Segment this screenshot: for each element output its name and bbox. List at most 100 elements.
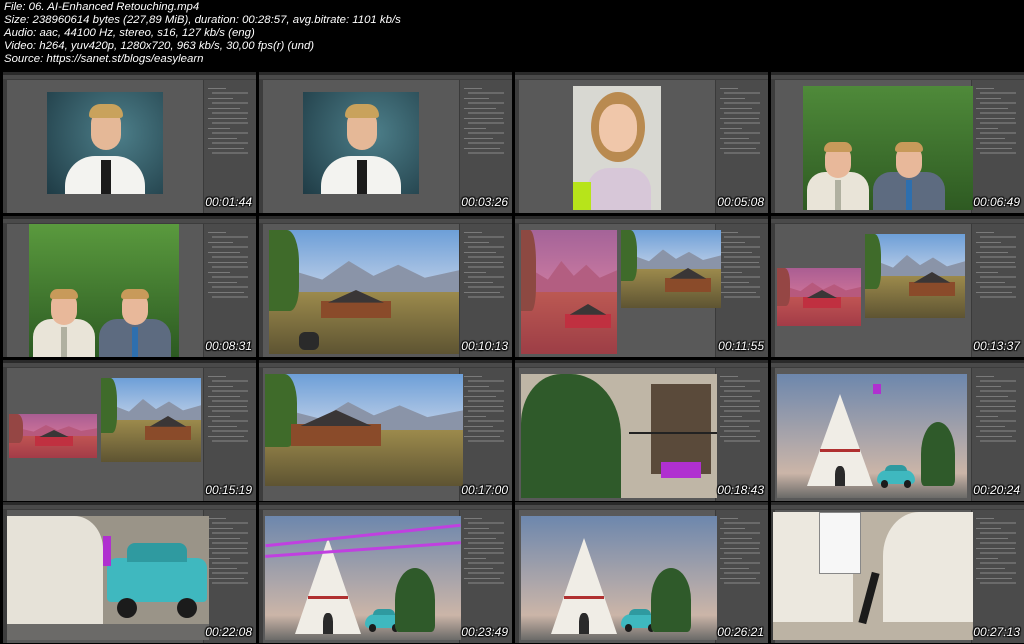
panel-row <box>208 386 233 387</box>
document-canvas <box>47 92 163 194</box>
panel-row <box>720 242 745 243</box>
panel-row <box>208 436 244 437</box>
panel-slider <box>724 410 760 412</box>
panel-row <box>464 518 482 519</box>
panel-slider <box>212 542 248 544</box>
document-canvas <box>773 512 973 640</box>
timestamp: 00:08:31 <box>205 339 252 353</box>
panel-row <box>464 138 493 139</box>
audio-info: Audio: aac, 44100 Hz, stereo, s16, 127 k… <box>4 26 255 39</box>
panel-slider <box>468 132 504 134</box>
panel-row <box>208 128 230 129</box>
mask-overlay <box>661 462 701 478</box>
properties-panel <box>203 80 256 213</box>
car-wheel <box>117 598 137 618</box>
document-canvas <box>803 86 973 210</box>
car-wheel <box>368 624 377 632</box>
panel-slider <box>724 440 760 442</box>
panel-slider <box>212 256 248 258</box>
panel-row <box>208 538 240 539</box>
panel-row <box>976 548 1015 549</box>
tools-panel <box>771 368 775 501</box>
properties-panel <box>203 224 256 357</box>
panel-row <box>464 548 503 549</box>
video-thumbnail: 00:27:13 <box>771 502 1024 643</box>
tie <box>357 160 367 194</box>
properties-panel <box>459 368 512 501</box>
panel-slider <box>980 440 1016 442</box>
tree <box>865 234 881 289</box>
panel-row <box>976 578 1012 579</box>
panel-slider <box>980 532 1016 534</box>
tie <box>101 160 111 194</box>
panel-slider <box>212 522 248 524</box>
panel-row <box>976 108 1008 109</box>
panel-slider <box>980 152 1016 154</box>
barn-wall <box>321 301 391 318</box>
tree <box>651 568 691 632</box>
panel-row <box>464 88 482 89</box>
panel-slider <box>980 286 1016 288</box>
panel-slider <box>212 400 248 402</box>
panel-slider <box>212 410 248 412</box>
teepee-door <box>578 612 590 634</box>
person-hair <box>50 289 78 299</box>
panel-slider <box>980 92 1016 94</box>
car-roof <box>628 609 652 616</box>
panel-slider <box>212 380 248 382</box>
teepee-door <box>322 612 334 634</box>
person-tie <box>132 327 138 357</box>
tools-panel <box>3 80 7 213</box>
panel-row <box>720 578 756 579</box>
panel-row <box>720 396 752 397</box>
panel-slider <box>468 286 504 288</box>
panel-slider <box>980 572 1016 574</box>
properties-panel <box>971 224 1024 357</box>
panel-slider <box>212 420 248 422</box>
panel-slider <box>980 256 1016 258</box>
panel-row <box>464 98 489 99</box>
panel-slider <box>724 572 760 574</box>
panel-row <box>720 538 752 539</box>
panel-slider <box>980 102 1016 104</box>
panel-row <box>208 262 247 263</box>
document-canvas <box>303 92 419 194</box>
timestamp: 00:22:08 <box>205 625 252 639</box>
panel-slider <box>468 582 504 584</box>
panel-row <box>464 426 493 427</box>
panel-slider <box>468 152 504 154</box>
panel-row <box>720 528 745 529</box>
panel-slider <box>980 522 1016 524</box>
video-thumbnail: 00:17:00 <box>259 360 512 501</box>
panel-slider <box>724 532 760 534</box>
railing <box>629 432 717 434</box>
tools-panel <box>3 224 7 357</box>
panel-row <box>464 242 489 243</box>
people <box>299 332 319 350</box>
panel-row <box>720 436 756 437</box>
car-roof <box>127 542 187 563</box>
panel-slider <box>980 390 1016 392</box>
timestamp: 00:20:24 <box>973 483 1020 497</box>
panel-row <box>208 396 240 397</box>
panel-row <box>464 232 482 233</box>
panel-slider <box>980 142 1016 144</box>
panel-slider <box>724 92 760 94</box>
tools-panel <box>515 80 519 213</box>
tools-panel <box>771 224 775 357</box>
panel-row <box>464 528 489 529</box>
panel-row <box>976 148 1012 149</box>
panel-row <box>208 426 237 427</box>
dancer <box>858 571 880 625</box>
mask-overlay <box>103 536 111 566</box>
panel-row <box>208 406 247 407</box>
panel-slider <box>212 152 248 154</box>
panel-row <box>208 118 247 119</box>
person-hair <box>824 142 852 152</box>
panel-slider <box>980 420 1016 422</box>
panel-slider <box>468 122 504 124</box>
panel-row <box>464 292 500 293</box>
panel-slider <box>724 296 760 298</box>
panel-slider <box>212 276 248 278</box>
panel-slider <box>724 246 760 248</box>
